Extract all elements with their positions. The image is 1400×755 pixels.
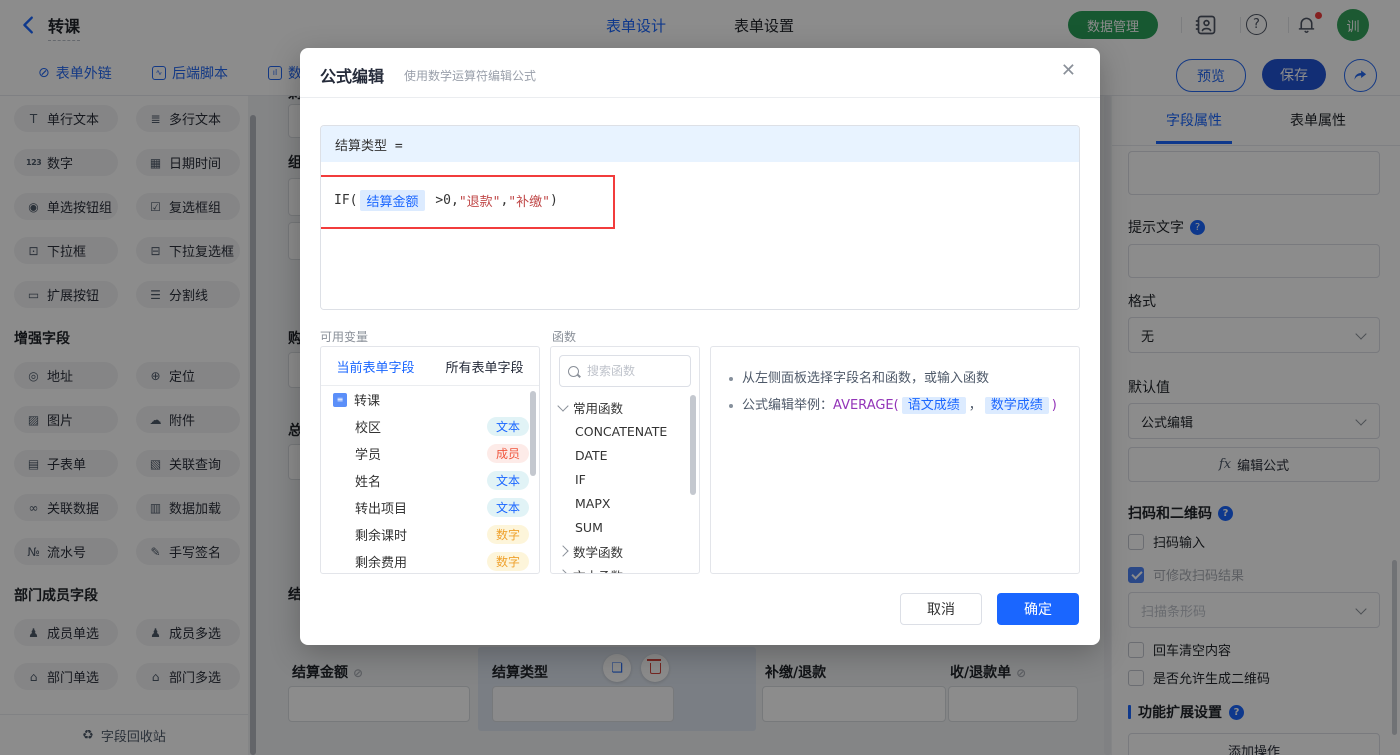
tree-field[interactable]: 转出项目文本 bbox=[321, 494, 539, 521]
type-badge: 文本 bbox=[487, 471, 529, 490]
chevron-down-icon bbox=[557, 400, 568, 411]
fn-item-if[interactable]: IF bbox=[551, 467, 699, 491]
tree-field[interactable]: 剩余费用数字 bbox=[321, 548, 539, 574]
formula-close: ) bbox=[550, 193, 558, 208]
functions-panel: 常用函数 CONCATENATE DATE IF MAPX SUM 数学函数 文… bbox=[550, 346, 700, 574]
functions-scrollbar[interactable] bbox=[690, 395, 696, 495]
chevron-right-icon bbox=[557, 545, 568, 556]
tip-line-1: 从左侧面板选择字段名和函数，或输入函数 bbox=[729, 365, 1061, 392]
type-badge: 数字 bbox=[487, 525, 529, 544]
function-search[interactable] bbox=[559, 355, 691, 387]
formula-comma: , bbox=[500, 193, 508, 208]
confirm-button[interactable]: 确定 bbox=[997, 593, 1079, 625]
variables-tree: ≡ 转课 校区文本 学员成员 姓名文本 转出项目文本 剩余课时数字 剩余费用数字 bbox=[321, 386, 539, 574]
formula-target: 结算类型 = bbox=[321, 126, 1079, 162]
variables-tabs: 当前表单字段 所有表单字段 bbox=[321, 347, 539, 386]
modal-subtitle: 使用数学运算符编辑公式 bbox=[404, 67, 536, 84]
chevron-right-icon bbox=[557, 569, 568, 574]
formula-string2: "补缴" bbox=[508, 191, 550, 210]
fn-item-sum[interactable]: SUM bbox=[551, 515, 699, 539]
type-badge: 成员 bbox=[487, 444, 529, 463]
formula-editor[interactable]: 结算类型 = IF(结算金额 >0,"退款","补缴") bbox=[320, 125, 1080, 310]
formula-string1: "退款" bbox=[459, 191, 501, 210]
tab-current-form-fields[interactable]: 当前表单字段 bbox=[336, 357, 414, 376]
type-badge: 文本 bbox=[487, 417, 529, 436]
formula-body[interactable]: IF(结算金额 >0,"退款","补缴") bbox=[321, 162, 1079, 310]
formula-operator: >0, bbox=[428, 193, 459, 208]
tree-root[interactable]: ≡ 转课 bbox=[321, 386, 539, 413]
fn-group-math[interactable]: 数学函数 bbox=[551, 539, 699, 563]
type-badge: 文本 bbox=[487, 498, 529, 517]
bullet-icon bbox=[729, 404, 733, 408]
modal-header: 公式编辑 使用数学运算符编辑公式 ✕ bbox=[300, 48, 1100, 98]
tips-content: 从左侧面板选择字段名和函数，或输入函数 公式编辑举例：AVERAGE(语文成绩，… bbox=[711, 347, 1079, 438]
tips-panel: 从左侧面板选择字段名和函数，或输入函数 公式编辑举例：AVERAGE(语文成绩，… bbox=[710, 346, 1080, 574]
formula-expression[interactable]: IF(结算金额 >0,"退款","补缴") bbox=[334, 190, 558, 211]
fn-item-date[interactable]: DATE bbox=[551, 443, 699, 467]
bullet-icon bbox=[729, 377, 733, 381]
variables-title: 可用变量 bbox=[320, 328, 368, 345]
example-chip: 数学成绩 bbox=[985, 397, 1049, 414]
functions-title: 函数 bbox=[552, 328, 576, 345]
modal-title: 公式编辑 bbox=[320, 63, 384, 87]
fn-item-mapx[interactable]: MAPX bbox=[551, 491, 699, 515]
app: 转课 表单设计 表单设置 数据管理 ? 训 ⊘ 表单外链 bbox=[0, 0, 1400, 755]
cancel-button[interactable]: 取消 bbox=[900, 593, 982, 625]
tree-field[interactable]: 学员成员 bbox=[321, 440, 539, 467]
fn-item-concatenate[interactable]: CONCATENATE bbox=[551, 419, 699, 443]
variables-panel: 当前表单字段 所有表单字段 ≡ 转课 校区文本 学员成员 姓名文本 转出项目文本… bbox=[320, 346, 540, 574]
fn-group-common[interactable]: 常用函数 bbox=[551, 395, 699, 419]
formula-fn: IF( bbox=[334, 193, 357, 208]
tab-all-form-fields[interactable]: 所有表单字段 bbox=[445, 357, 523, 376]
formula-edit-modal: 公式编辑 使用数学运算符编辑公式 ✕ 结算类型 = IF(结算金额 >0,"退款… bbox=[300, 48, 1100, 645]
function-search-input[interactable] bbox=[585, 363, 679, 379]
type-badge: 数字 bbox=[487, 552, 529, 571]
tree-field[interactable]: 校区文本 bbox=[321, 413, 539, 440]
search-icon bbox=[568, 366, 579, 377]
close-icon[interactable]: ✕ bbox=[1061, 62, 1076, 80]
field-chip[interactable]: 结算金额 bbox=[360, 190, 424, 211]
tree-field[interactable]: 姓名文本 bbox=[321, 467, 539, 494]
tip-line-2: 公式编辑举例：AVERAGE(语文成绩，数学成绩) bbox=[729, 392, 1061, 419]
variables-scrollbar[interactable] bbox=[530, 391, 536, 476]
fn-group-text[interactable]: 文本函数 bbox=[551, 563, 699, 574]
example-chip: 语文成绩 bbox=[902, 397, 966, 414]
tree-field[interactable]: 剩余课时数字 bbox=[321, 521, 539, 548]
form-doc-icon: ≡ bbox=[333, 393, 347, 407]
